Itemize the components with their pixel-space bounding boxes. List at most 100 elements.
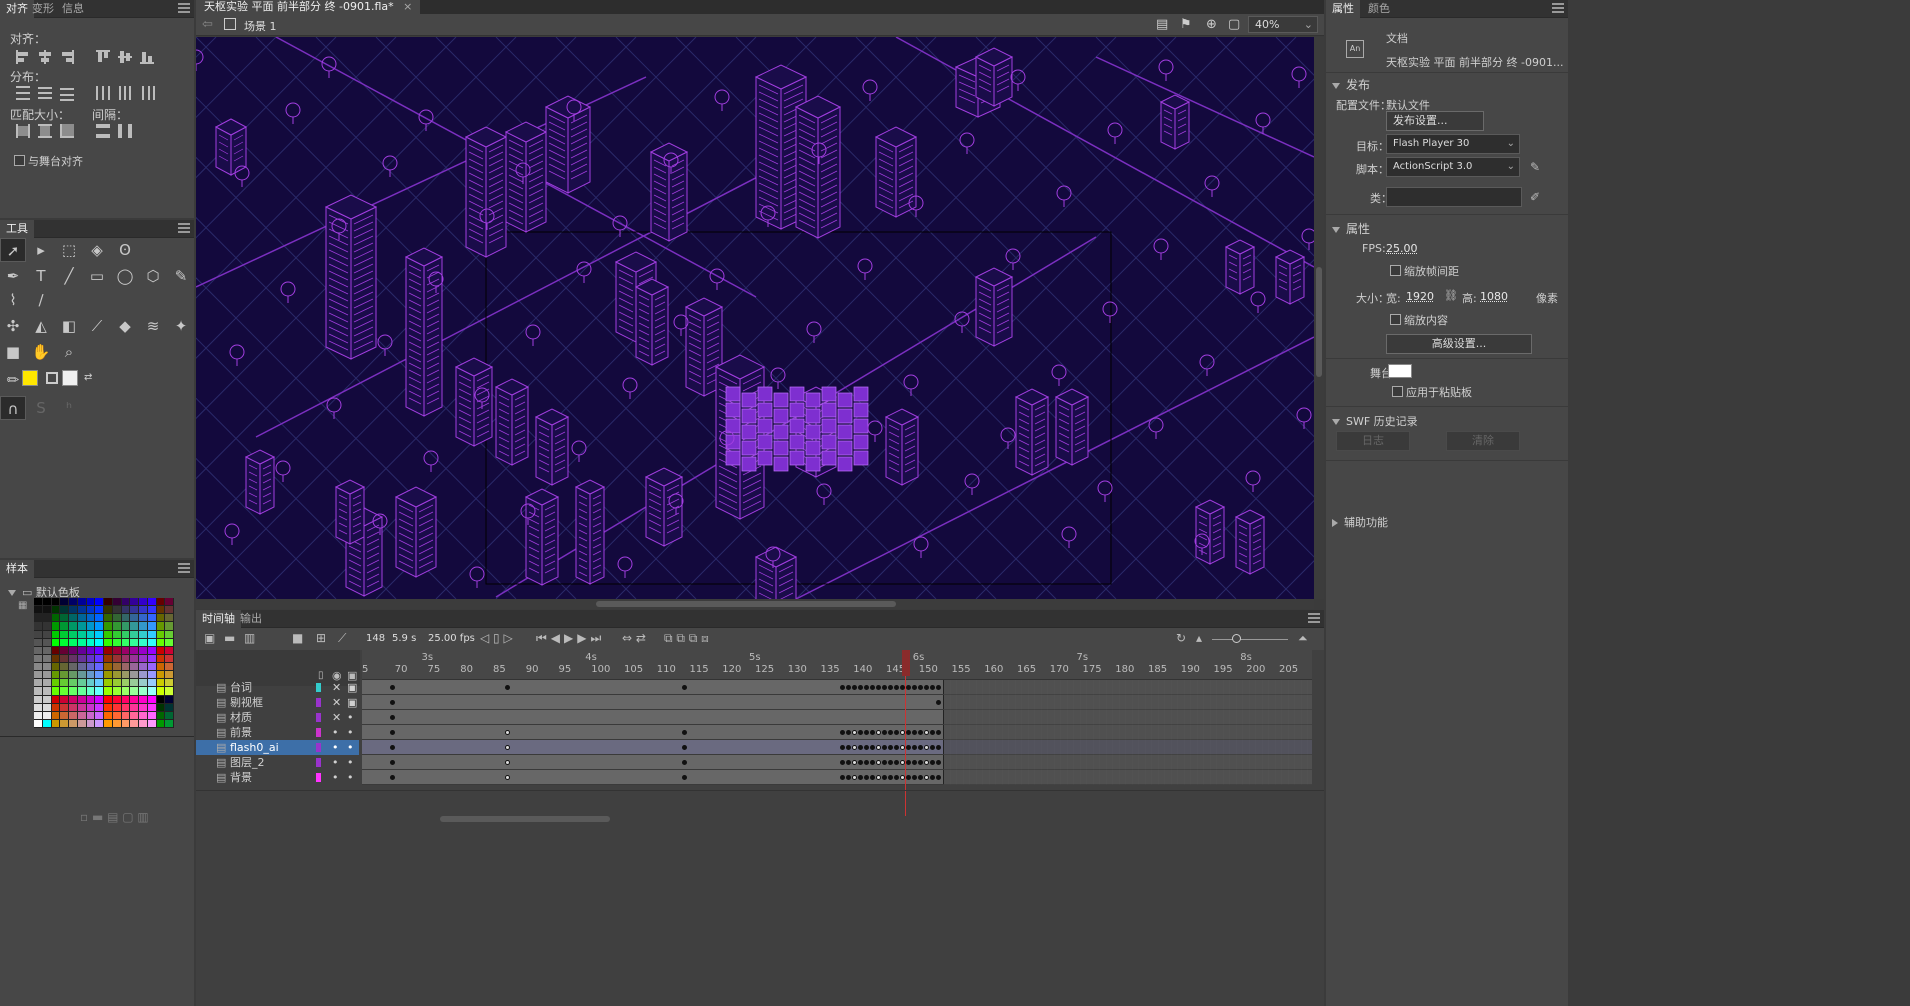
color-swatch[interactable] [77, 679, 86, 687]
color-swatch[interactable] [51, 638, 60, 646]
keyframe[interactable] [906, 685, 911, 690]
color-swatch[interactable] [104, 719, 112, 727]
color-swatch[interactable] [42, 711, 51, 719]
keyframe[interactable] [505, 745, 510, 750]
color-swatch[interactable] [51, 614, 60, 622]
scale-spans-checkbox[interactable] [1390, 265, 1401, 276]
color-swatch[interactable] [165, 679, 173, 687]
color-swatch[interactable] [147, 719, 156, 727]
advanced-settings-button[interactable]: 高级设置... [1386, 334, 1532, 354]
color-swatch[interactable] [112, 606, 121, 614]
color-swatch[interactable] [130, 654, 138, 662]
color-swatch[interactable] [34, 719, 42, 727]
keyframe[interactable] [390, 700, 395, 705]
distribute-hcenter-icon[interactable] [116, 84, 134, 102]
color-swatch[interactable] [130, 687, 138, 695]
keyframe[interactable] [912, 775, 917, 780]
prev-keyframe-icon[interactable]: ◁ ▯ ▷ [480, 631, 513, 645]
color-swatch[interactable] [156, 598, 165, 606]
color-swatch[interactable] [121, 638, 130, 646]
match-width-icon[interactable] [14, 122, 32, 140]
color-swatch[interactable] [104, 687, 112, 695]
color-swatch[interactable] [130, 663, 138, 671]
color-swatch[interactable] [95, 654, 103, 662]
swf-history-header[interactable]: SWF 历史记录 [1332, 413, 1418, 429]
keyframe[interactable] [930, 760, 935, 765]
layer-row[interactable]: ▤ 台词 ✕ ▣ [196, 680, 359, 695]
color-swatch[interactable] [104, 622, 112, 630]
layer-lock-icon[interactable]: ▣ [347, 680, 357, 695]
color-swatch[interactable] [104, 695, 112, 703]
color-swatch[interactable] [42, 598, 51, 606]
color-swatch[interactable] [130, 598, 138, 606]
timeline-ruler[interactable]: 5 70 75 80 85 90 95 100 105 110 115 120 125 130 135 140… [362, 650, 1312, 680]
color-swatch[interactable] [156, 622, 165, 630]
keyframe[interactable] [936, 685, 941, 690]
color-swatch[interactable] [95, 695, 103, 703]
color-swatch[interactable] [130, 671, 138, 679]
distribute-bottom-icon[interactable] [58, 84, 76, 102]
bone-tool-icon[interactable]: ✣ [0, 314, 26, 338]
color-swatch[interactable] [147, 614, 156, 622]
color-swatch[interactable] [112, 687, 121, 695]
color-swatch[interactable] [147, 654, 156, 662]
color-swatch[interactable] [60, 695, 68, 703]
frame-rate[interactable]: 25.00 fps [428, 633, 475, 644]
polystar-tool-icon[interactable]: ⬡ [140, 264, 166, 288]
keyframe[interactable] [918, 685, 923, 690]
frame-area[interactable] [362, 680, 1312, 790]
color-swatch[interactable] [34, 711, 42, 719]
keyframe[interactable] [682, 760, 687, 765]
color-swatch[interactable] [42, 679, 51, 687]
color-swatch[interactable] [86, 687, 95, 695]
color-swatch[interactable] [86, 606, 95, 614]
swap-colors-icon[interactable]: ⇄ [84, 372, 92, 383]
text-tool-icon[interactable]: T [28, 264, 54, 288]
color-swatch[interactable] [165, 598, 173, 606]
pen-tool-icon[interactable]: ✒ [0, 264, 26, 288]
keyframe[interactable] [924, 760, 929, 765]
layer-row[interactable]: ▤ 材质 ✕ • [196, 710, 359, 725]
clear-button[interactable]: 清除 [1446, 431, 1520, 451]
color-swatch[interactable] [165, 703, 173, 711]
color-swatch[interactable] [42, 687, 51, 695]
properties-section-header[interactable]: 属性 [1332, 220, 1370, 237]
brush-tool-icon[interactable]: ∕ [28, 288, 54, 312]
align-left-icon[interactable] [14, 48, 32, 66]
color-swatch[interactable] [77, 663, 86, 671]
horizontal-scroll-thumb[interactable] [596, 601, 896, 607]
color-swatch[interactable] [42, 606, 51, 614]
color-swatch[interactable] [77, 654, 86, 662]
space-evenly-horizontal-icon[interactable] [116, 122, 134, 140]
align-top-icon[interactable] [94, 48, 112, 66]
color-swatch[interactable] [42, 630, 51, 638]
color-swatch[interactable] [147, 630, 156, 638]
keyframe[interactable] [870, 730, 875, 735]
color-swatch[interactable] [121, 695, 130, 703]
color-swatch[interactable] [139, 719, 147, 727]
document-tab[interactable]: 天枢实验 平面 前半部分 终 -0901.fla* × [196, 0, 421, 14]
scene-name[interactable]: 场景 1 [244, 18, 277, 34]
distribute-vcenter-icon[interactable] [36, 84, 54, 102]
color-swatch[interactable] [86, 598, 95, 606]
keyframe[interactable] [858, 730, 863, 735]
color-swatch[interactable] [34, 663, 42, 671]
frame-zoom-slider[interactable] [1212, 639, 1288, 640]
color-swatch[interactable] [156, 687, 165, 695]
keyframe[interactable] [888, 730, 893, 735]
color-swatch[interactable] [139, 598, 147, 606]
color-swatch[interactable] [104, 703, 112, 711]
color-swatch[interactable] [86, 663, 95, 671]
keyframe[interactable] [912, 730, 917, 735]
color-swatch[interactable] [60, 654, 68, 662]
selection-tool-icon[interactable]: ➚ [0, 238, 26, 262]
keyframe[interactable] [894, 685, 899, 690]
wrench-icon[interactable]: ✎ [1530, 160, 1540, 174]
keyframe[interactable] [882, 685, 887, 690]
keyframe[interactable] [390, 745, 395, 750]
color-swatch[interactable] [165, 663, 173, 671]
keyframe[interactable] [505, 685, 510, 690]
color-swatch[interactable] [34, 703, 42, 711]
color-swatch[interactable] [165, 638, 173, 646]
color-swatch[interactable] [139, 671, 147, 679]
